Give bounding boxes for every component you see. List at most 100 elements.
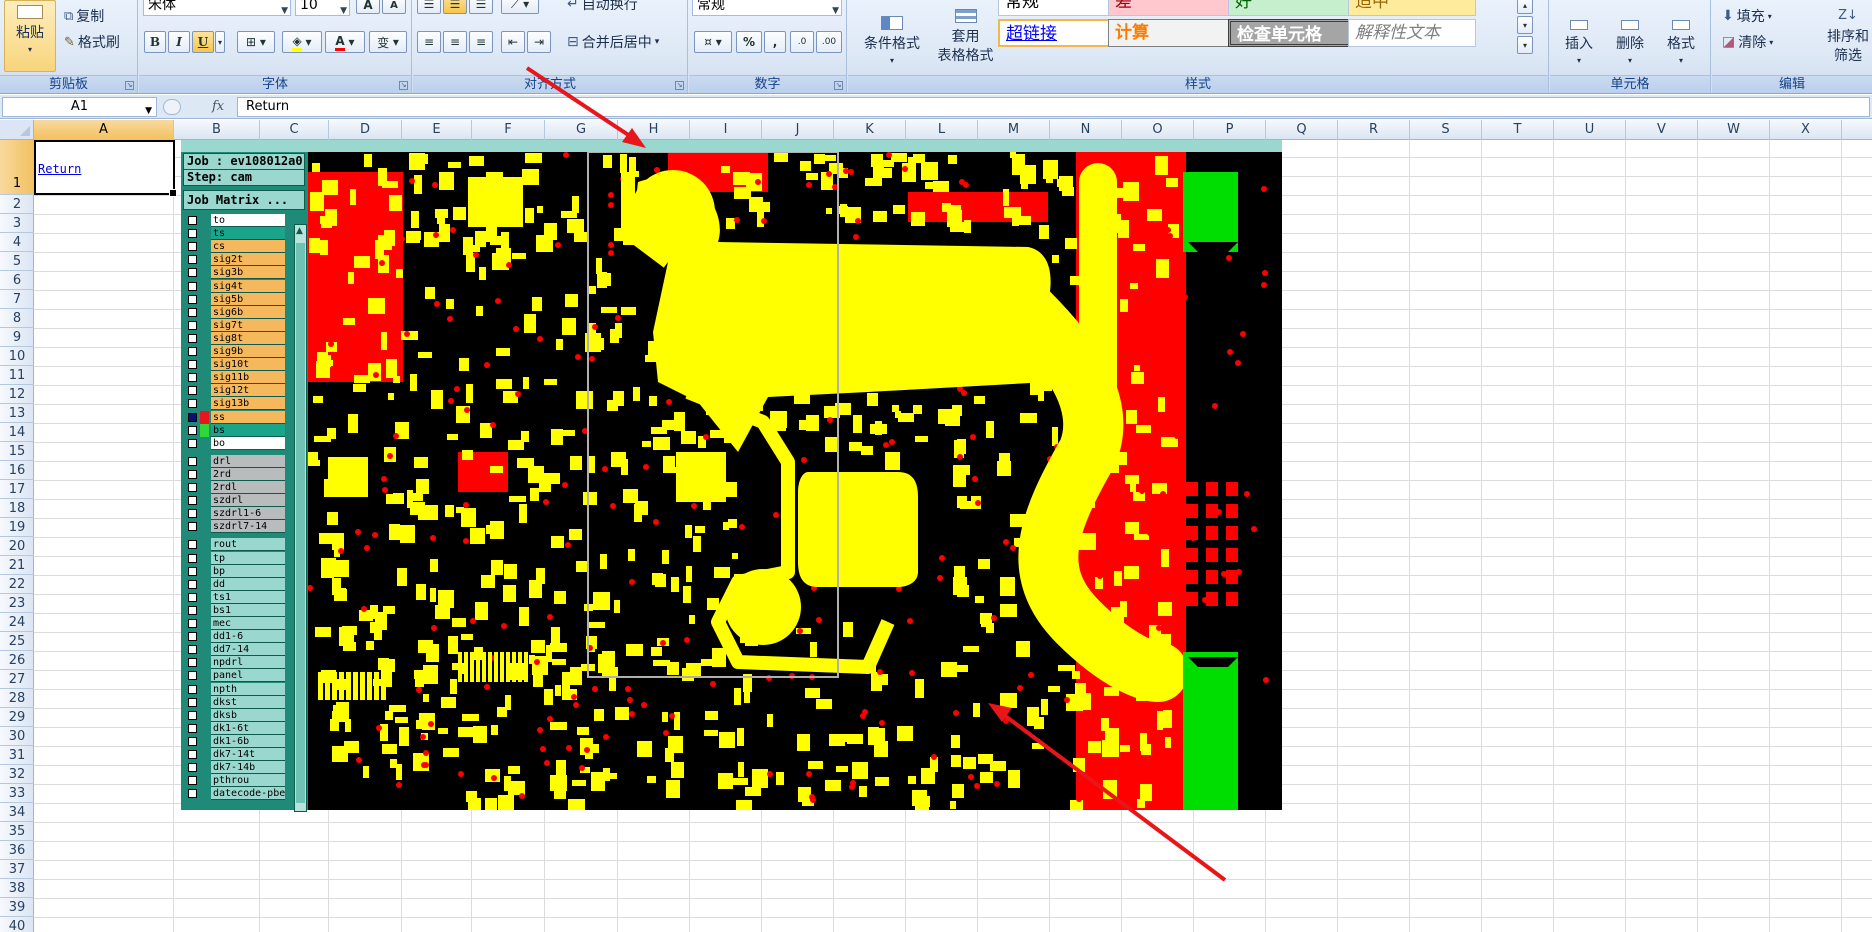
layer-checkbox[interactable]: [188, 386, 197, 396]
layer-checkbox[interactable]: [188, 579, 197, 589]
row-header[interactable]: 27: [0, 670, 34, 689]
merge-center-button[interactable]: ⊟ 合并后居中 ▾: [563, 30, 663, 54]
layer-row[interactable]: ts: [184, 227, 285, 241]
row-header[interactable]: 5: [0, 252, 34, 271]
font-name-field[interactable]: 宋体 ▼: [143, 0, 291, 16]
row-header[interactable]: 1: [0, 140, 34, 195]
chevron-down-icon[interactable]: ▼: [145, 102, 152, 120]
layer-checkbox[interactable]: [188, 710, 197, 720]
row-header[interactable]: 8: [0, 309, 34, 328]
layer-row[interactable]: tp: [184, 551, 285, 565]
column-header[interactable]: R: [1338, 120, 1410, 140]
column-header[interactable]: J: [762, 120, 834, 140]
layer-row[interactable]: szdrl1-6: [184, 507, 285, 521]
shrink-font-button[interactable]: A: [382, 0, 406, 14]
layer-checkbox[interactable]: [188, 412, 197, 422]
row-header[interactable]: 39: [0, 898, 34, 917]
decrease-decimal-button[interactable]: .00: [816, 31, 842, 53]
row-header[interactable]: 34: [0, 803, 34, 822]
row-header[interactable]: 28: [0, 689, 34, 708]
border-button[interactable]: ⊞ ▾: [237, 31, 275, 53]
percent-button[interactable]: %: [736, 31, 762, 53]
column-header[interactable]: F: [472, 120, 545, 140]
gallery-more[interactable]: ▾: [1517, 36, 1533, 54]
layer-checkbox[interactable]: [188, 255, 197, 265]
row-header[interactable]: 16: [0, 461, 34, 480]
row-header[interactable]: 40: [0, 917, 34, 932]
delete-button[interactable]: 删除 ▾: [1607, 0, 1653, 70]
row-header[interactable]: 22: [0, 575, 34, 594]
underline-dropdown[interactable]: ▾: [215, 31, 225, 53]
align-top-button[interactable]: ☰: [417, 0, 441, 14]
bold-button[interactable]: B: [144, 31, 166, 53]
layer-scrollbar[interactable]: ▲: [294, 224, 307, 812]
font-size-field[interactable]: 10 ▼: [295, 0, 350, 16]
layer-row[interactable]: bo: [184, 436, 285, 450]
row-header[interactable]: 36: [0, 841, 34, 860]
clear-button[interactable]: ◪ 清除 ▾: [1718, 30, 1777, 54]
align-right-button[interactable]: ≡: [469, 31, 493, 53]
layer-row[interactable]: dksb: [184, 708, 285, 722]
cell-style-1[interactable]: 差: [1108, 0, 1236, 16]
layer-checkbox[interactable]: [188, 320, 197, 330]
column-header[interactable]: N: [1050, 120, 1122, 140]
row-header[interactable]: 17: [0, 480, 34, 499]
layer-row[interactable]: dkst: [184, 695, 285, 709]
align-left-button[interactable]: ≡: [417, 31, 441, 53]
layer-checkbox[interactable]: [188, 229, 197, 239]
formula-cancel-icon[interactable]: [163, 99, 181, 115]
layer-row[interactable]: szdrl7-14: [184, 520, 285, 534]
layer-row[interactable]: sig11b: [184, 371, 285, 385]
layer-checkbox[interactable]: [188, 268, 197, 278]
return-link[interactable]: Return: [38, 162, 81, 176]
layer-checkbox[interactable]: [188, 671, 197, 681]
layer-checkbox[interactable]: [188, 360, 197, 370]
column-header[interactable]: Q: [1266, 120, 1338, 140]
cell-a1[interactable]: Return: [34, 140, 177, 197]
row-header[interactable]: 38: [0, 879, 34, 898]
layer-checkbox[interactable]: [188, 776, 197, 786]
row-header[interactable]: 31: [0, 746, 34, 765]
layer-checkbox[interactable]: [188, 789, 197, 799]
layer-checkbox[interactable]: [188, 496, 197, 506]
row-header[interactable]: 14: [0, 423, 34, 442]
row-header[interactable]: 10: [0, 347, 34, 366]
layer-row[interactable]: cs: [184, 240, 285, 254]
layer-checkbox[interactable]: [188, 553, 197, 563]
paste-button[interactable]: 粘贴 ▾: [4, 0, 56, 72]
increase-decimal-button[interactable]: .0: [790, 31, 814, 53]
layer-row[interactable]: rout: [184, 538, 285, 552]
layer-row[interactable]: 2rd: [184, 467, 285, 481]
row-header[interactable]: 13: [0, 404, 34, 423]
layer-checkbox[interactable]: [188, 658, 197, 668]
insert-button[interactable]: 插入 ▾: [1556, 0, 1602, 70]
row-header[interactable]: 37: [0, 860, 34, 879]
layer-row[interactable]: bp: [184, 564, 285, 578]
cell-style-4[interactable]: 超链接: [998, 19, 1126, 47]
layer-row[interactable]: mec: [184, 617, 285, 630]
insert-function-button[interactable]: fx: [212, 99, 224, 114]
row-header[interactable]: 26: [0, 651, 34, 670]
layer-row[interactable]: dd7-14: [184, 643, 285, 657]
layer-row[interactable]: dd1-6: [184, 630, 285, 644]
layer-row[interactable]: npth: [184, 682, 285, 696]
gallery-scroll-down[interactable]: ▾: [1517, 16, 1533, 34]
cell-style-7[interactable]: 解释性文本: [1348, 19, 1476, 47]
layer-row[interactable]: panel: [184, 669, 285, 683]
column-header[interactable]: G: [545, 120, 618, 140]
layer-checkbox[interactable]: [188, 307, 197, 317]
layer-checkbox[interactable]: [188, 242, 197, 252]
grow-font-button[interactable]: A: [356, 0, 380, 14]
underline-button[interactable]: U: [192, 31, 214, 53]
layer-checkbox[interactable]: [188, 750, 197, 759]
row-header[interactable]: 21: [0, 556, 34, 575]
cell-style-0[interactable]: 常规: [998, 0, 1126, 16]
column-header[interactable]: W: [1698, 120, 1770, 140]
row-header[interactable]: 30: [0, 727, 34, 746]
row-header[interactable]: 32: [0, 765, 34, 784]
column-header[interactable]: C: [260, 120, 329, 140]
fill-button[interactable]: ⬇ 填充 ▾: [1718, 4, 1776, 28]
layer-checkbox[interactable]: [188, 399, 197, 409]
number-format-field[interactable]: 常规 ▼: [692, 0, 842, 16]
layer-checkbox[interactable]: [188, 456, 197, 466]
